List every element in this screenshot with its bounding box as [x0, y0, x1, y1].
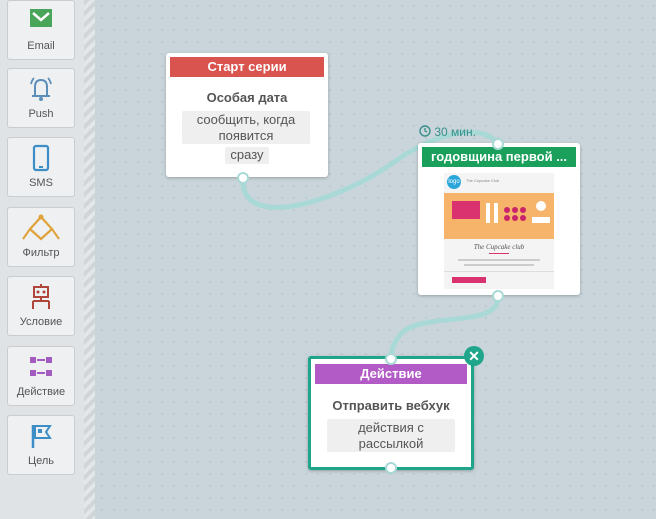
email-preview: logo The Cupcake Club The Cupcake club: [444, 173, 554, 289]
email-preview-banner: [444, 193, 554, 239]
node-email-output-port[interactable]: [492, 290, 504, 302]
node-start-output-port[interactable]: [237, 172, 249, 184]
node-action-chip: действия с рассылкой: [327, 419, 455, 452]
close-icon[interactable]: ✕: [464, 346, 484, 366]
node-start-header: Старт серии: [170, 57, 324, 77]
email-preview-brand: The Cupcake Club: [466, 178, 500, 183]
node-email[interactable]: годовщина первой ... logo The Cupcake Cl…: [418, 143, 580, 295]
delay-text: 30 мин.: [434, 125, 476, 139]
node-start-trigger-chip: сообщить, когда появится: [182, 111, 310, 144]
node-start-title: Особая дата: [206, 90, 288, 105]
node-action-header: Действие: [315, 364, 467, 384]
node-action-title: Отправить вебхук: [332, 398, 450, 413]
node-action-input-port[interactable]: [385, 353, 397, 365]
node-email-header: годовщина первой ...: [422, 147, 576, 167]
email-preview-logo: logo: [447, 175, 461, 189]
delay-label: 30 мин.: [419, 125, 476, 139]
email-preview-heading: The Cupcake club: [473, 243, 525, 251]
clock-icon: [419, 125, 431, 137]
node-action-output-port[interactable]: [385, 462, 397, 474]
node-start[interactable]: Старт серии Особая дата сообщить, когда …: [166, 53, 328, 177]
node-start-timing-chip: сразу: [225, 147, 269, 164]
node-action[interactable]: Действие Отправить вебхук действия с рас…: [308, 356, 474, 470]
node-email-input-port[interactable]: [492, 138, 504, 150]
